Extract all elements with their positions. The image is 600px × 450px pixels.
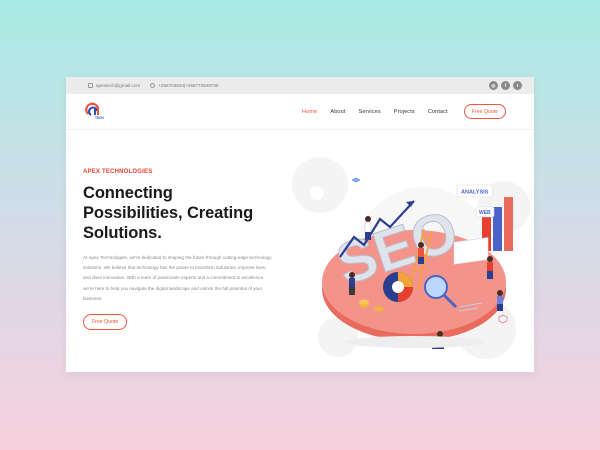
person-figure xyxy=(364,216,372,240)
nav-item-about[interactable]: About xyxy=(330,109,345,115)
person-figure xyxy=(497,290,503,311)
phone-contact[interactable]: +256703934|+256770849739 xyxy=(150,83,218,88)
social-links: ◎ f t xyxy=(489,81,522,90)
hero-text: APEX TECHNOLOGIES Connecting Possibiliti… xyxy=(83,169,283,331)
main-navigation: TECH Home About Services Projects Contac… xyxy=(66,94,534,130)
instagram-icon[interactable]: ◎ xyxy=(489,81,498,90)
hero-description: At Apex Technologies, we're dedicated to… xyxy=(83,255,272,301)
hero-headline: Connecting Possibilities, Creating Solut… xyxy=(83,183,283,243)
bar-chart-bar xyxy=(504,197,513,251)
phone-text: +256703934|+256770849739 xyxy=(158,83,219,88)
headline-line-2: Possibilities, Creating xyxy=(83,204,254,222)
top-info-bar: apextech@gmail.com +256703934|+256770849… xyxy=(66,77,534,94)
seo-illustration: SEO ANALYSIS WEB xyxy=(264,137,534,372)
mail-icon xyxy=(88,83,93,88)
headline-line-3: Solutions. xyxy=(83,224,162,242)
bar-chart-bar xyxy=(493,207,502,251)
document-panel xyxy=(453,237,489,265)
phone-icon xyxy=(150,83,156,88)
facebook-icon[interactable]: f xyxy=(501,81,510,90)
email-text: apextech@gmail.com xyxy=(96,83,141,88)
person-figure xyxy=(418,242,424,264)
magnifier-icon xyxy=(424,275,448,299)
nav-menu: Home About Services Projects Contact xyxy=(289,109,448,115)
coin-icon xyxy=(359,299,369,305)
pie-hole xyxy=(392,281,404,293)
logo[interactable]: TECH xyxy=(84,102,106,122)
cube-icon xyxy=(351,177,361,183)
hero-free-quote-button[interactable]: Free Quote xyxy=(83,314,128,331)
bg-circle xyxy=(292,157,348,213)
headline-line-1: Connecting xyxy=(83,184,173,202)
nav-item-services[interactable]: Services xyxy=(359,109,381,115)
nav-free-quote-button[interactable]: Free Quote xyxy=(463,104,506,119)
twitter-icon[interactable]: t xyxy=(513,81,522,90)
nav-item-home[interactable]: Home xyxy=(302,109,317,115)
coin-icon xyxy=(374,306,384,312)
bg-dot xyxy=(310,186,324,200)
web-tag-text: WEB xyxy=(479,210,491,216)
nav-item-projects[interactable]: Projects xyxy=(394,109,415,115)
nav-item-contact[interactable]: Contact xyxy=(428,109,448,115)
analysis-tag-text: ANALYSIS xyxy=(461,190,489,196)
platform-shadow xyxy=(344,336,484,348)
person-figure xyxy=(487,256,493,279)
seo-illustration-svg: SEO ANALYSIS WEB xyxy=(292,157,530,359)
website-frame: apextech@gmail.com +256703934|+256770849… xyxy=(66,77,534,372)
person-figure xyxy=(349,272,355,295)
hero-eyebrow: APEX TECHNOLOGIES xyxy=(83,169,153,175)
logo-text: TECH xyxy=(95,115,104,120)
email-contact[interactable]: apextech@gmail.com xyxy=(88,83,140,88)
